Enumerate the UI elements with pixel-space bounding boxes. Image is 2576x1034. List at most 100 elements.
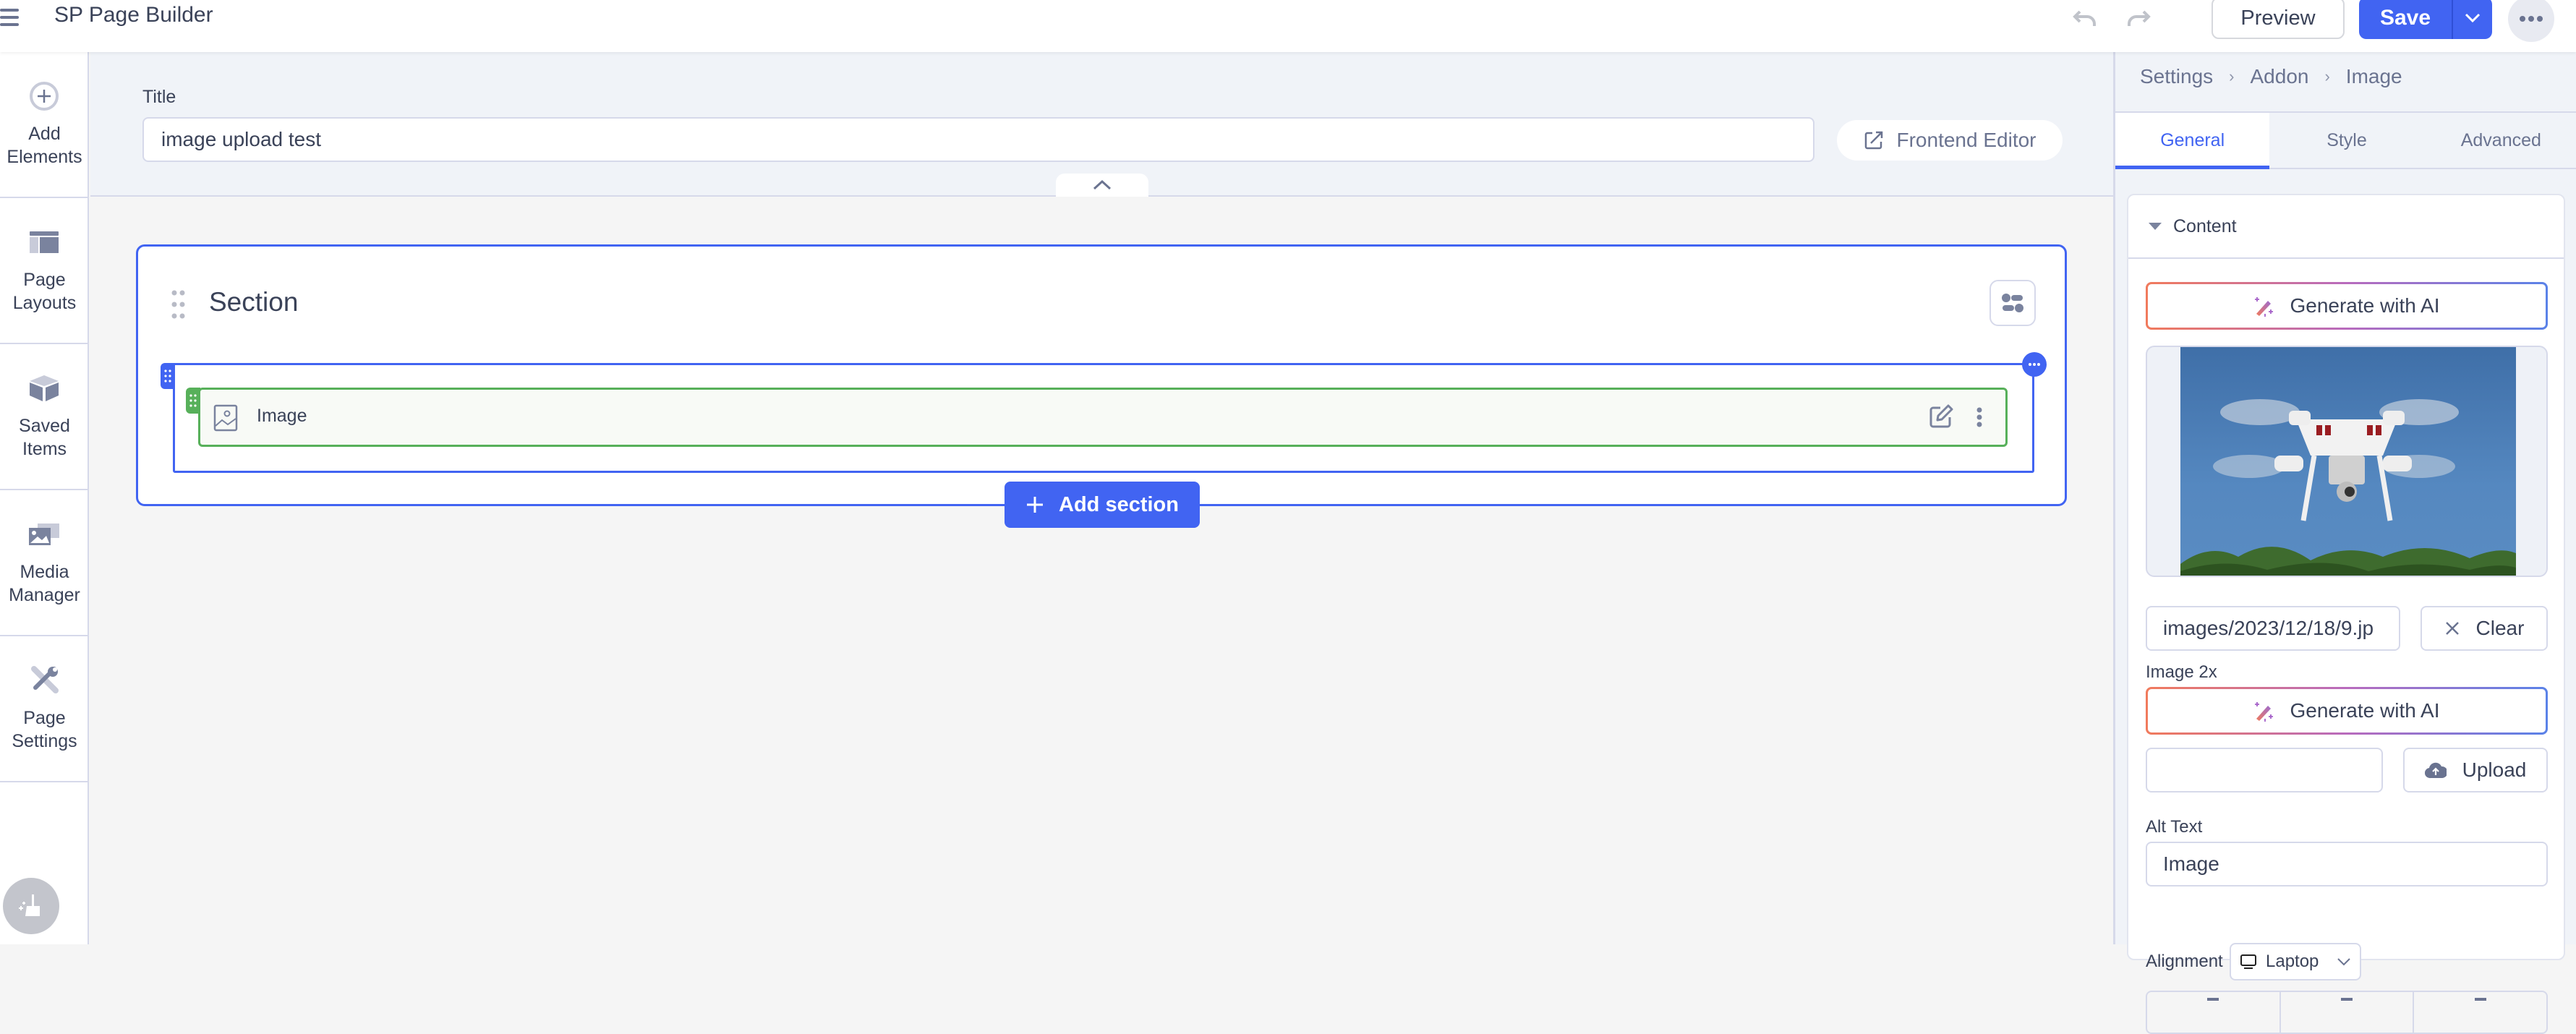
clear-image-button[interactable]: Clear <box>2421 606 2548 651</box>
image-addon[interactable]: Image <box>186 388 2008 447</box>
undo-icon[interactable] <box>2068 4 2102 33</box>
magic-wand-icon <box>2255 702 2274 722</box>
tab-general[interactable]: General <box>2115 113 2270 169</box>
edit-icon[interactable] <box>1929 404 1955 430</box>
clear-label: Clear <box>2475 617 2525 639</box>
frontend-editor-label: Frontend Editor <box>1896 129 2037 151</box>
broom-icon[interactable] <box>3 878 59 934</box>
image-icon <box>213 404 238 432</box>
chevron-down-icon <box>2465 13 2481 23</box>
generate-with-ai-label: Generate with AI <box>2290 294 2440 317</box>
upload-label: Upload <box>2462 759 2527 781</box>
app-title: SP Page Builder <box>54 3 213 27</box>
alignment-buttons <box>2146 991 2548 1034</box>
save-options-dropdown[interactable] <box>2452 0 2492 39</box>
row-options-button[interactable] <box>2022 352 2047 377</box>
section-title: Section <box>209 287 299 317</box>
image-preview[interactable] <box>2146 346 2548 577</box>
sidebar-item-add-elements[interactable]: Add Elements <box>0 52 88 198</box>
addon-drag-handle[interactable] <box>186 388 200 414</box>
frontend-editor-button[interactable]: Frontend Editor <box>1837 120 2063 161</box>
add-section-button[interactable]: Add section <box>1005 482 1200 528</box>
kebab-menu-icon[interactable] <box>1972 404 1987 430</box>
upload-button[interactable]: Upload <box>2403 748 2548 792</box>
breadcrumb-image: Image <box>2345 65 2402 87</box>
save-button[interactable]: Save <box>2359 0 2452 39</box>
media-icon <box>28 518 60 550</box>
image-path-input[interactable] <box>2146 606 2400 651</box>
sidebar-item-label: Page Layouts <box>12 270 77 313</box>
save-button-group: Save <box>2359 0 2492 39</box>
breadcrumb-settings[interactable]: Settings <box>2140 65 2213 88</box>
section-settings-button[interactable] <box>1989 280 2036 326</box>
row-block[interactable]: Image <box>161 352 2047 473</box>
left-sidebar: Add Elements Page Layouts Saved Items Me… <box>0 52 89 944</box>
tab-style[interactable]: Style <box>2269 113 2423 168</box>
generate-with-ai-button[interactable]: Generate with AI <box>2146 282 2548 330</box>
sidebar-item-page-layouts[interactable]: Page Layouts <box>0 198 88 344</box>
magic-wand-icon <box>2255 297 2274 317</box>
caret-down-icon <box>2149 223 2162 230</box>
generate-with-ai-2x-button[interactable]: Generate with AI <box>2146 687 2548 735</box>
align-center-button[interactable] <box>2281 992 2415 1033</box>
cube-icon <box>28 372 60 404</box>
sidebar-item-media-manager[interactable]: Media Manager <box>0 490 88 636</box>
alt-text-label: Alt Text <box>2146 817 2203 837</box>
plus-circle-icon <box>28 80 60 112</box>
builder-canvas: Section Image Add section <box>90 198 2113 944</box>
device-select[interactable]: Laptop <box>2230 943 2361 980</box>
layout-icon <box>28 226 60 258</box>
title-label: Title <box>142 87 176 107</box>
drone-image <box>2180 347 2516 576</box>
alignment-label: Alignment <box>2146 952 2223 971</box>
sidebar-item-saved-items[interactable]: Saved Items <box>0 344 88 490</box>
align-right-button[interactable] <box>2414 992 2546 1033</box>
preview-button[interactable]: Preview <box>2212 0 2345 39</box>
content-group-header[interactable]: Content <box>2128 195 2564 259</box>
addon-label: Image <box>257 406 307 426</box>
content-group: Content Generate with AI images/2023/12/… <box>2127 194 2565 1034</box>
redo-icon[interactable] <box>2122 4 2155 33</box>
external-link-icon <box>1864 131 1882 150</box>
title-area: Title Frontend Editor <box>90 52 2113 197</box>
add-section-label: Add section <box>1059 492 1179 516</box>
tab-advanced[interactable]: Advanced <box>2424 113 2576 168</box>
close-icon <box>2445 622 2459 635</box>
title-input[interactable] <box>142 117 1814 162</box>
top-header: SP Page Builder Preview Save <box>0 0 2576 52</box>
laptop-icon <box>2240 954 2256 969</box>
chevron-right-icon: › <box>2229 67 2235 85</box>
sidebar-item-label: Page Settings <box>12 708 77 751</box>
breadcrumb: Settings › Addon › Image <box>2140 65 2402 88</box>
chevron-up-icon <box>1093 179 1112 190</box>
chevron-right-icon: › <box>2324 67 2330 85</box>
tools-icon <box>28 665 60 696</box>
plus-icon <box>1027 497 1044 513</box>
sidebar-item-page-settings[interactable]: Page Settings <box>0 636 88 782</box>
drag-handle-icon[interactable] <box>171 290 186 319</box>
device-value: Laptop <box>2266 952 2319 971</box>
sidebar-item-label: Add Elements <box>7 124 82 167</box>
row-drag-handle[interactable] <box>161 363 175 389</box>
hamburger-icon[interactable] <box>0 6 26 29</box>
section-block[interactable]: Section Image <box>136 244 2067 506</box>
image2x-label: Image 2x <box>2146 662 2217 682</box>
sidebar-item-label: Media Manager <box>9 562 80 605</box>
drag-handle-icon <box>164 369 171 383</box>
breadcrumb-addon[interactable]: Addon <box>2251 65 2309 88</box>
cloud-upload-icon <box>2424 762 2447 779</box>
ellipsis-icon <box>2520 16 2543 22</box>
drag-handle-icon <box>189 394 197 407</box>
settings-panel: Settings › Addon › Image General Style A… <box>2113 52 2576 1034</box>
collapse-title-button[interactable] <box>1056 174 1148 197</box>
chevron-down-icon <box>2337 958 2350 966</box>
toggles-icon <box>2002 294 2023 312</box>
generate-with-ai-label: Generate with AI <box>2290 699 2440 722</box>
more-options-button[interactable] <box>2508 0 2554 42</box>
image2x-input[interactable] <box>2146 748 2383 792</box>
content-group-title: Content <box>2173 215 2237 236</box>
settings-tabs: General Style Advanced <box>2115 111 2576 169</box>
align-left-button[interactable] <box>2147 992 2281 1033</box>
alt-text-input[interactable] <box>2146 842 2548 886</box>
sidebar-item-label: Saved Items <box>19 416 70 459</box>
